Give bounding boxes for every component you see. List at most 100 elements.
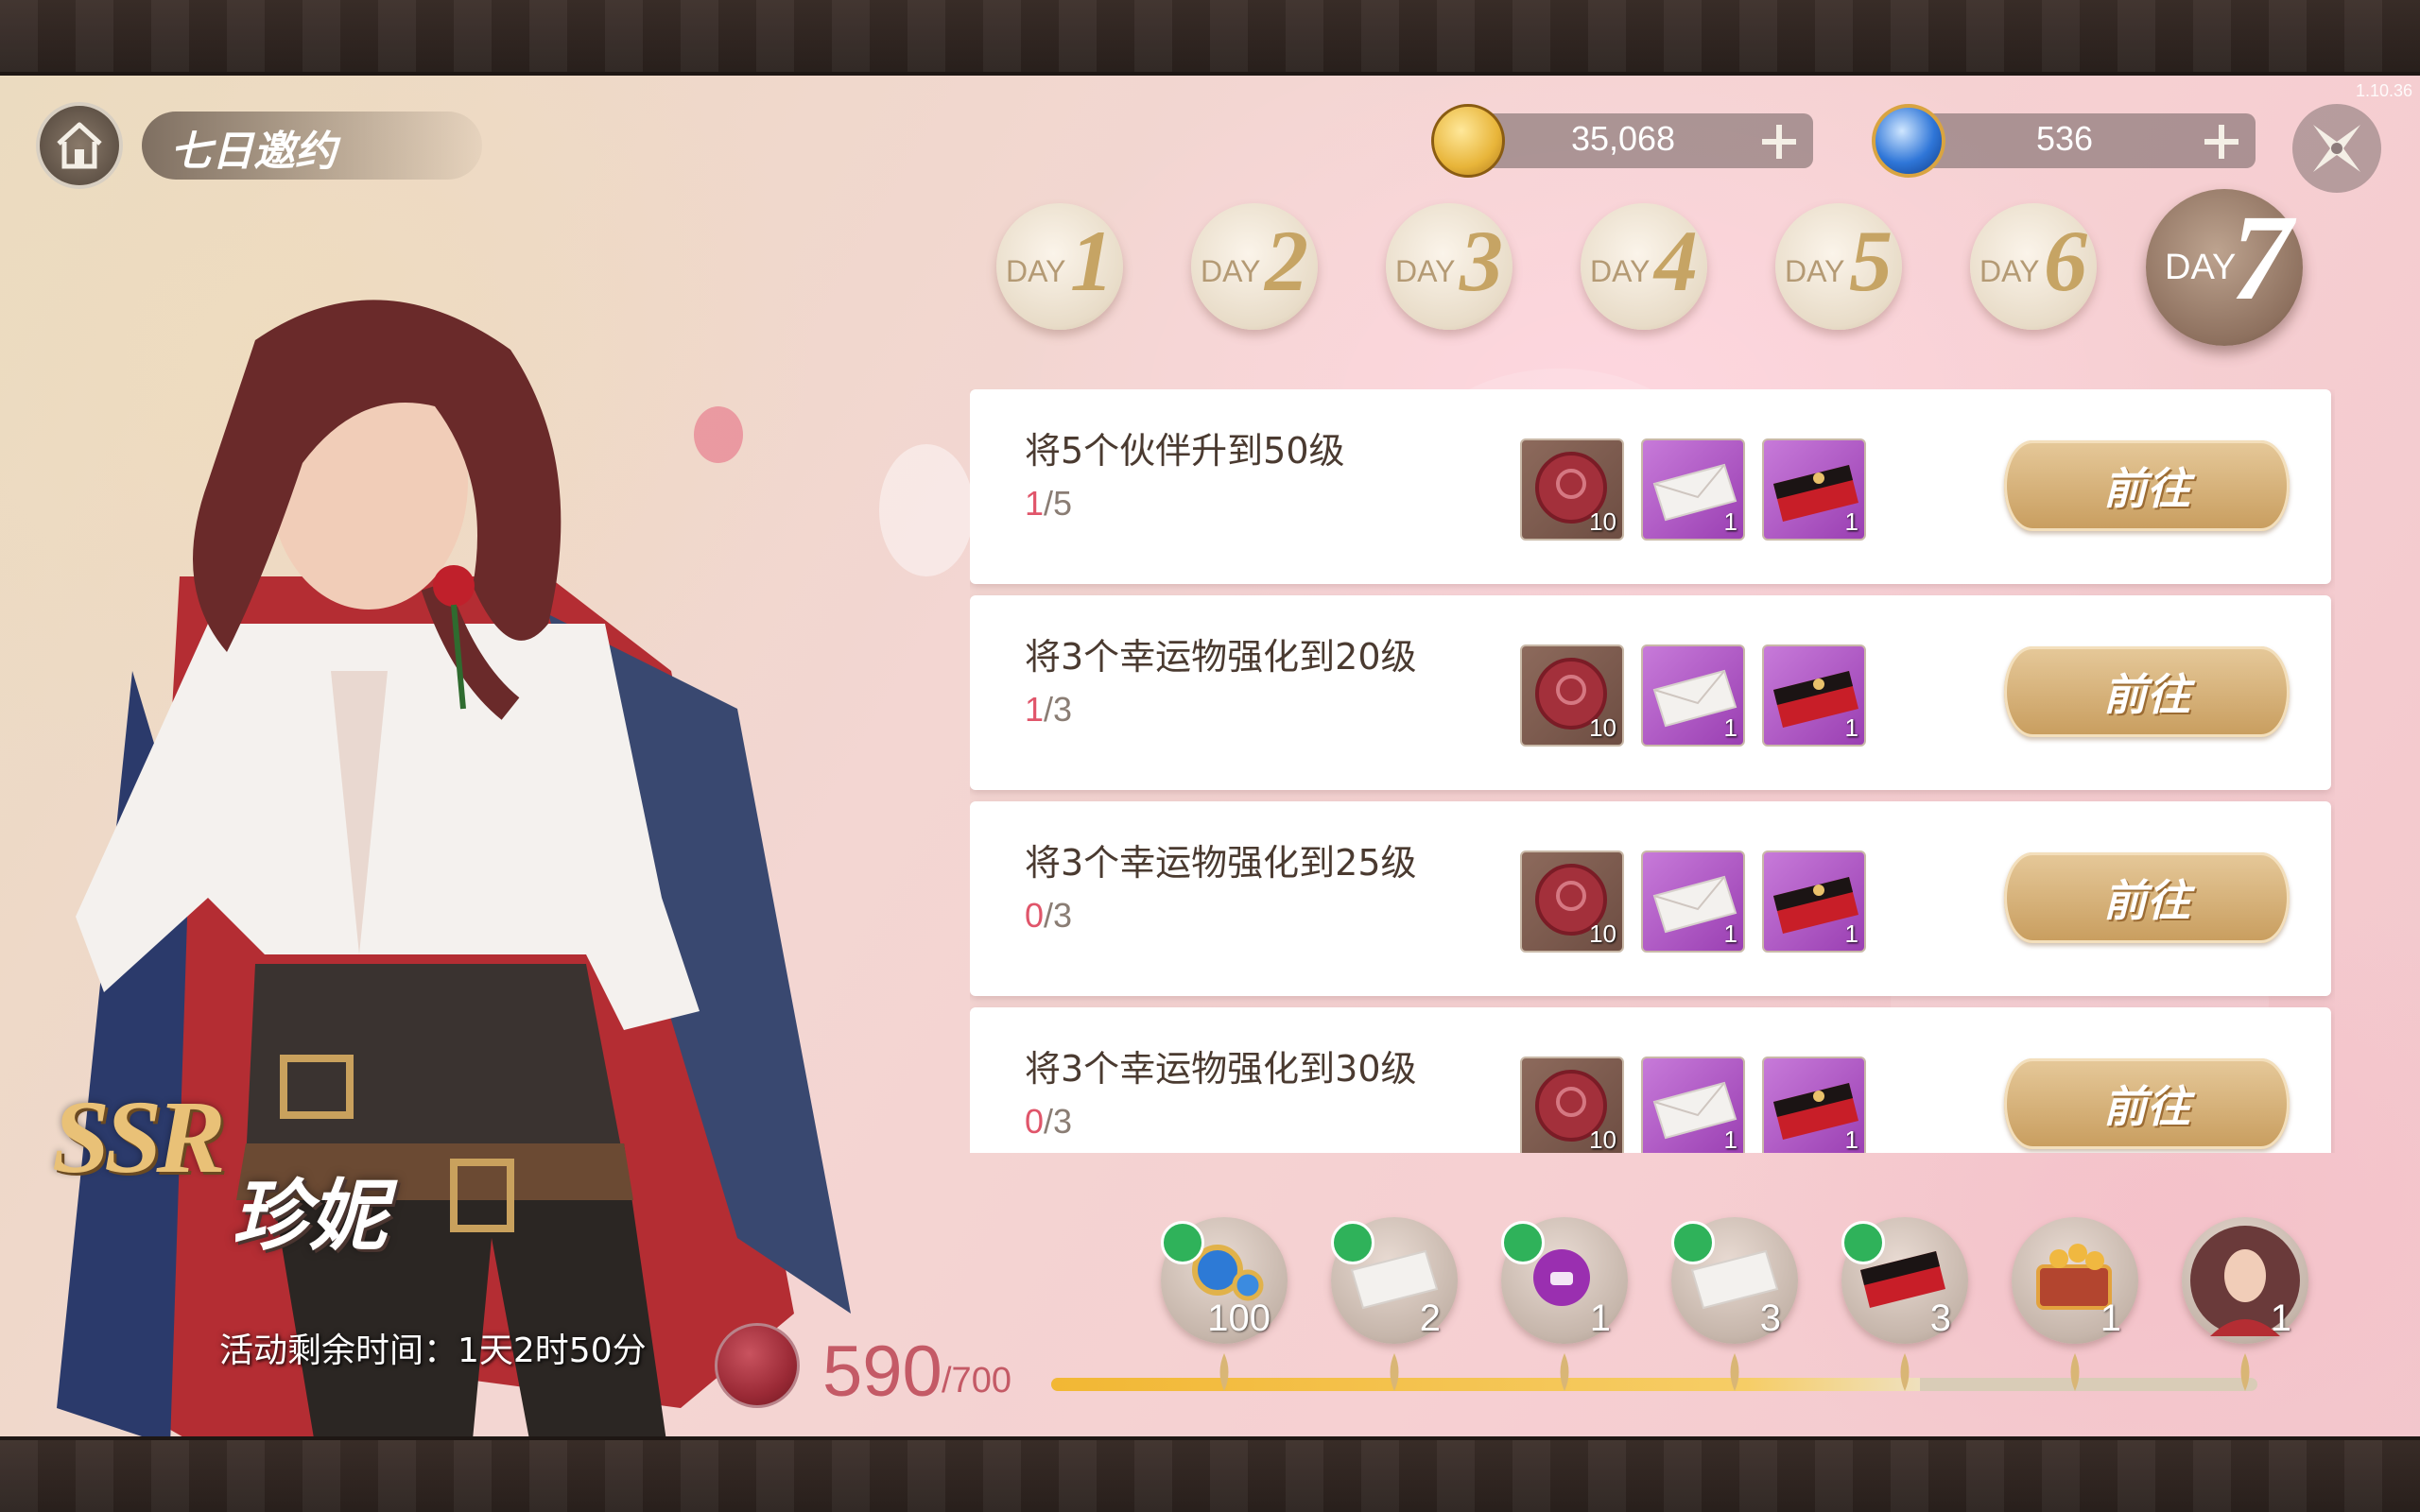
milestone-count: 1 [2100,1297,2121,1339]
reward-letter[interactable]: 1 [1641,850,1745,953]
day-number: 4 [1654,213,1698,309]
reward-count: 10 [1589,507,1616,536]
reward-count: 1 [1723,713,1737,742]
day-number: 7 [2231,190,2292,326]
milestone-reward-3[interactable]: 1 [1501,1217,1628,1344]
task-progress-current: 1 [1025,484,1045,523]
milestone-tick [1390,1353,1399,1391]
milestone-tick [1730,1353,1739,1391]
claimed-check-icon [1161,1221,1204,1264]
go-button[interactable]: 前往 [2004,646,2290,737]
claimed-check-icon [1841,1221,1885,1264]
task-list[interactable]: 将5个伙伴升到50级 1/5 10 1 1 前往 将3个幸运物强化到20级 1/… [970,389,2335,1153]
reward-letter[interactable]: 1 [1641,644,1745,747]
gold-coin-icon [1431,104,1505,178]
reward-count: 10 [1589,919,1616,948]
milestone-reward-5[interactable]: 3 [1841,1217,1968,1344]
day-word: DAY [1006,254,1066,288]
reward-count: 1 [1844,507,1858,536]
claimed-check-icon [1331,1221,1374,1264]
milestone-tick [1219,1353,1229,1391]
task-progress: 1/3 [1025,690,1072,730]
event-points-max: /700 [942,1361,1011,1400]
tab-day-7[interactable]: DAY 7 [2146,189,2303,346]
gem-currency-bar: 536 [1872,104,2256,178]
day-number: 1 [1070,213,1114,309]
go-button[interactable]: 前往 [2004,852,2290,943]
go-button[interactable]: 前往 [2004,440,2290,531]
milestone-reward-6[interactable]: 1 [2012,1217,2138,1344]
character-name: 珍妮 [232,1171,387,1262]
task-card: 将3个幸运物强化到30级 0/3 10 1 1 前往 [970,1007,2331,1153]
version-label: 1.10.36 [2355,81,2412,100]
gold-currency-bar: 35,068 [1431,104,1813,178]
day-word: DAY [1979,254,2040,288]
task-progress-current: 0 [1025,896,1045,935]
milestone-count: 1 [2270,1297,2291,1339]
tab-day-1[interactable]: DAY 1 [996,203,1123,330]
milestone-reward-2[interactable]: 2 [1331,1217,1458,1344]
reward-rose-seal[interactable]: 10 [1520,438,1624,541]
task-card: 将3个幸运物强化到25级 0/3 10 1 1 前往 [970,801,2331,996]
page-title: 七日邀约 [170,128,337,176]
top-frame-border [0,0,2420,76]
tab-day-6[interactable]: DAY 6 [1970,203,2097,330]
blue-gem-icon [1872,104,1945,178]
milestone-count: 100 [1207,1297,1270,1339]
task-progress-current: 0 [1025,1102,1045,1141]
milestone-reward-4[interactable]: 3 [1671,1217,1798,1344]
tab-day-4[interactable]: DAY 4 [1581,203,1707,330]
day-word: DAY [1201,254,1261,288]
day-number: 6 [2044,213,2087,309]
character-illustration [57,300,851,1436]
reward-rose-seal[interactable]: 10 [1520,850,1624,953]
day-word: DAY [2165,248,2237,287]
bottom-frame-border [0,1436,2420,1512]
go-button[interactable]: 前往 [2004,1058,2290,1149]
milestone-count: 3 [1929,1297,1951,1339]
task-progress-total: /5 [1044,484,1073,523]
milestone-tick [2070,1353,2080,1391]
task-title: 将5个伙伴升到50级 [1025,430,1345,472]
reward-rose-seal[interactable]: 10 [1520,1057,1624,1153]
tab-day-2[interactable]: DAY 2 [1191,203,1318,330]
reward-count: 10 [1589,1125,1616,1153]
close-button[interactable] [2292,104,2381,193]
home-button[interactable] [36,102,123,189]
tab-day-3[interactable]: DAY 3 [1386,203,1512,330]
reward-letter[interactable]: 1 [1641,438,1745,541]
reward-count: 1 [1723,1125,1737,1153]
reward-count: 1 [1723,919,1737,948]
milestone-count: 2 [1419,1297,1441,1339]
home-icon [57,122,102,169]
reward-red-envelope[interactable]: 1 [1762,644,1866,747]
reward-letter[interactable]: 1 [1641,1057,1745,1153]
close-icon [2313,125,2360,172]
milestone-reward-7[interactable]: 1 [2182,1217,2308,1344]
milestone-tick [2240,1353,2250,1391]
tab-day-5[interactable]: DAY 5 [1775,203,1902,330]
day-word: DAY [1785,254,1845,288]
task-title: 将3个幸运物强化到25级 [1025,842,1417,884]
add-gem-button[interactable] [2199,119,2244,164]
day-word: DAY [1395,254,1456,288]
gem-amount: 536 [2035,119,2094,158]
day-number: 5 [1849,213,1893,309]
task-progress: 0/3 [1025,1102,1072,1142]
reward-red-envelope[interactable]: 1 [1762,850,1866,953]
add-gold-button[interactable] [1756,119,1802,164]
reward-count: 1 [1844,713,1858,742]
reward-red-envelope[interactable]: 1 [1762,1057,1866,1153]
task-card: 将3个幸运物强化到20级 1/3 10 1 1 前往 [970,595,2331,790]
reward-count: 1 [1844,919,1858,948]
event-points: 590 [822,1332,942,1412]
reward-red-envelope[interactable]: 1 [1762,438,1866,541]
task-progress-total: /3 [1044,1102,1073,1141]
milestone-reward-1[interactable]: 100 [1161,1217,1288,1344]
reward-count: 1 [1723,507,1737,536]
rose-seal-point-icon [715,1323,800,1408]
claimed-check-icon [1671,1221,1715,1264]
reward-count: 10 [1589,713,1616,742]
milestone-count: 3 [1759,1297,1781,1339]
reward-rose-seal[interactable]: 10 [1520,644,1624,747]
